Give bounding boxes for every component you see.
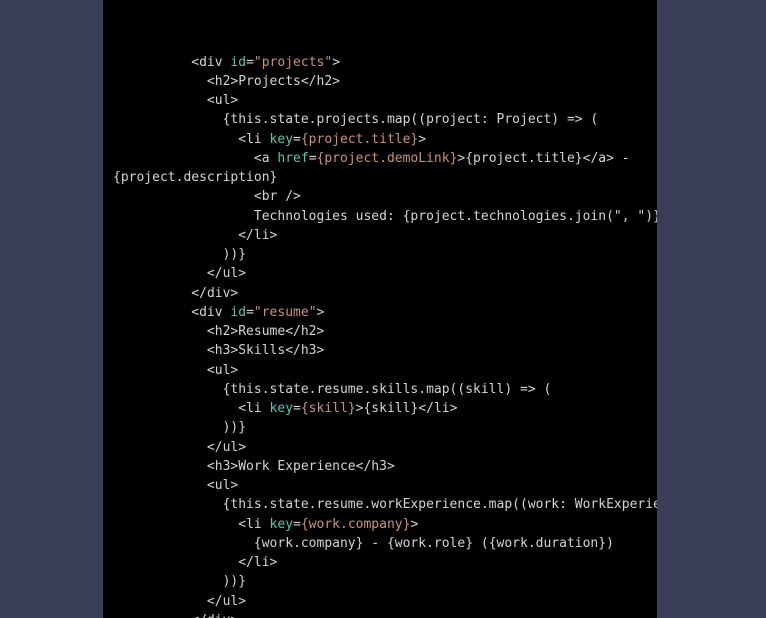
code-line[interactable]: ))} [113,245,657,264]
code-line[interactable]: {this.state.projects.map((project: Proje… [113,110,657,129]
code-line[interactable]: </div> [113,284,657,303]
code-line[interactable]: </ul> [113,438,657,457]
code-line[interactable]: </li> [113,226,657,245]
code-line[interactable]: </ul> [113,264,657,283]
code-line[interactable]: <ul> [113,91,657,110]
code-line[interactable]: <li key={project.title}> [113,130,657,149]
code-line[interactable]: {work.company} - {work.role} ({work.dura… [113,534,657,553]
code-content: <div id="projects"> <h2>Projects</h2> <u… [103,39,657,618]
code-line[interactable]: <h2>Projects</h2> [113,72,657,91]
code-line[interactable]: <a href={project.demoLink}>{project.titl… [113,149,657,168]
code-line[interactable]: <h3>Skills</h3> [113,341,657,360]
code-line[interactable]: {this.state.resume.workExperience.map((w… [113,495,657,514]
code-editor-panel[interactable]: <div id="projects"> <h2>Projects</h2> <u… [103,0,657,618]
code-line[interactable]: ))} [113,418,657,437]
code-line[interactable]: </div> [113,611,657,618]
code-line[interactable]: {project.description} [113,168,657,187]
code-line[interactable]: <div id="resume"> [113,303,657,322]
code-line[interactable]: <ul> [113,361,657,380]
code-line[interactable]: <ul> [113,476,657,495]
code-line[interactable]: </ul> [113,592,657,611]
code-line[interactable]: ))} [113,572,657,591]
code-line[interactable]: </li> [113,553,657,572]
code-line[interactable]: <div id="projects"> [113,53,657,72]
code-line[interactable]: <li key={skill}>{skill}</li> [113,399,657,418]
code-line[interactable]: <h3>Work Experience</h3> [113,457,657,476]
code-line[interactable]: <li key={work.company}> [113,515,657,534]
code-line[interactable]: {this.state.resume.skills.map((skill) =>… [113,380,657,399]
code-line[interactable]: Technologies used: {project.technologies… [113,207,657,226]
code-line[interactable]: <br /> [113,187,657,206]
code-line[interactable]: <h2>Resume</h2> [113,322,657,341]
